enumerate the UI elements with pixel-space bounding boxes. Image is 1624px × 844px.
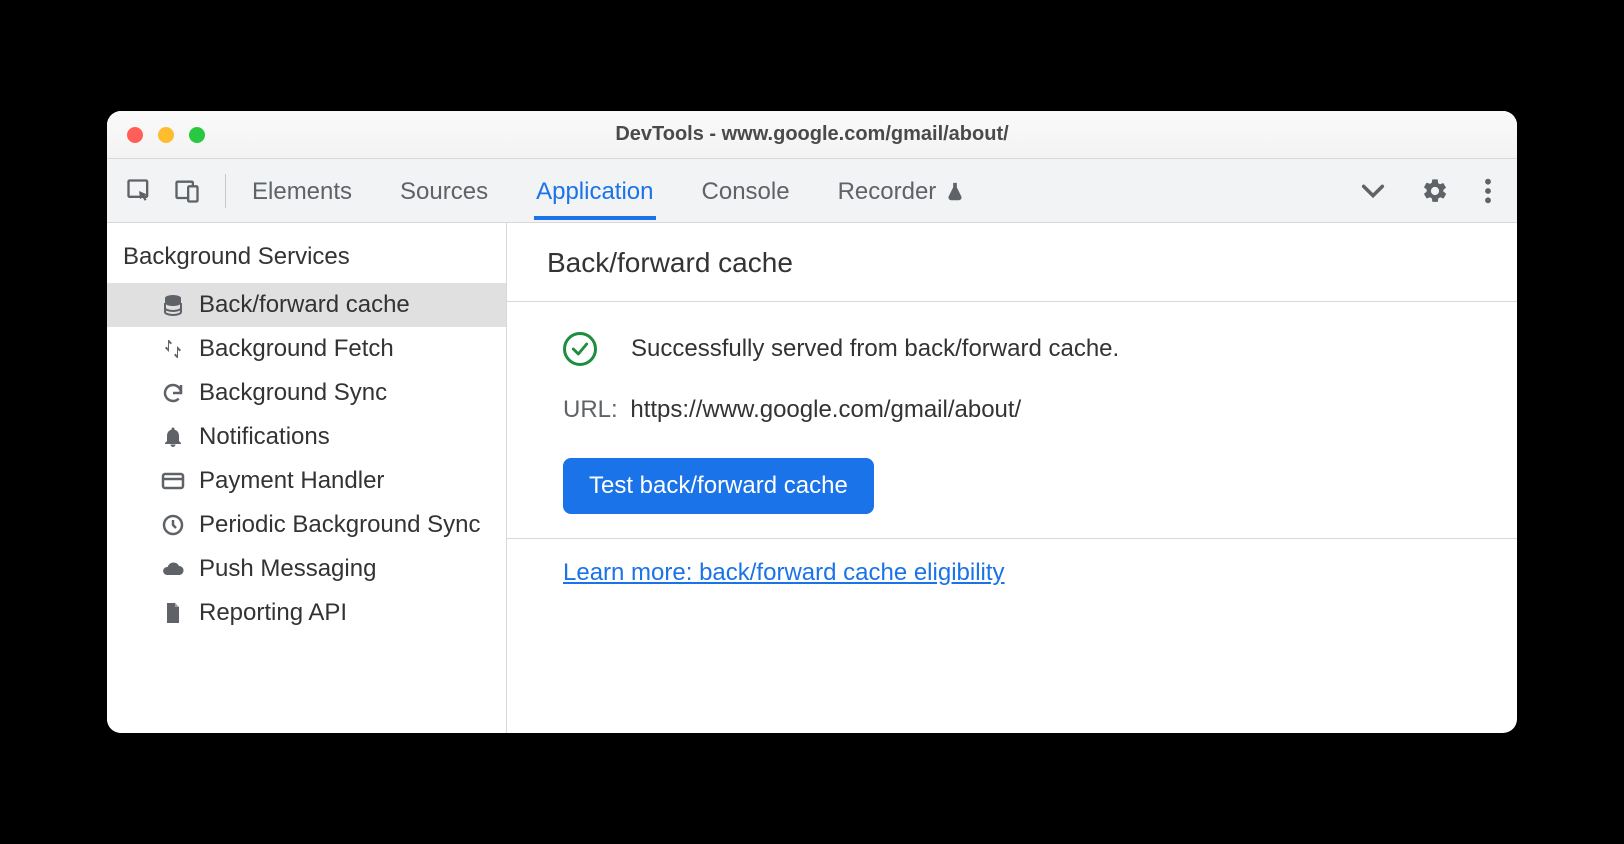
sidebar-item-label: Payment Handler bbox=[199, 467, 384, 495]
sidebar-item-label: Reporting API bbox=[199, 599, 347, 627]
settings-icon[interactable] bbox=[1421, 177, 1449, 205]
sidebar-section-heading: Background Services bbox=[107, 223, 506, 283]
toolbar-divider bbox=[225, 174, 226, 208]
panel-tabs: Elements Sources Application Console Rec… bbox=[250, 162, 968, 220]
sidebar-item-label: Back/forward cache bbox=[199, 291, 410, 319]
credit-card-icon bbox=[159, 467, 187, 495]
devtools-window: DevTools - www.google.com/gmail/about/ E… bbox=[107, 111, 1517, 733]
sidebar-item-payment-handler[interactable]: Payment Handler bbox=[107, 459, 506, 503]
sidebar-item-bfcache[interactable]: Back/forward cache bbox=[107, 283, 506, 327]
sidebar-item-periodic-bg-sync[interactable]: Periodic Background Sync bbox=[107, 503, 506, 547]
clock-icon bbox=[159, 511, 187, 539]
panel-content: Background Services Back/forward cache B… bbox=[107, 223, 1517, 733]
transfer-arrows-icon bbox=[159, 335, 187, 363]
tab-recorder[interactable]: Recorder bbox=[836, 162, 969, 220]
sidebar-item-label: Periodic Background Sync bbox=[199, 511, 480, 539]
main-toolbar: Elements Sources Application Console Rec… bbox=[107, 159, 1517, 223]
tab-sources[interactable]: Sources bbox=[398, 162, 490, 220]
main-panel: Back/forward cache Successfully served f… bbox=[507, 223, 1517, 733]
status-text: Successfully served from back/forward ca… bbox=[631, 335, 1119, 363]
sidebar-item-label: Background Fetch bbox=[199, 335, 394, 363]
status-row: Successfully served from back/forward ca… bbox=[563, 332, 1477, 366]
bell-icon bbox=[159, 423, 187, 451]
flask-icon bbox=[944, 181, 966, 203]
titlebar: DevTools - www.google.com/gmail/about/ bbox=[107, 111, 1517, 159]
tab-application[interactable]: Application bbox=[534, 162, 655, 220]
tab-elements[interactable]: Elements bbox=[250, 162, 354, 220]
url-label: URL: bbox=[563, 396, 618, 423]
url-row: URL: https://www.google.com/gmail/about/ bbox=[563, 396, 1477, 424]
sidebar-item-background-sync[interactable]: Background Sync bbox=[107, 371, 506, 415]
sidebar-item-notifications[interactable]: Notifications bbox=[107, 415, 506, 459]
database-icon bbox=[159, 291, 187, 319]
sidebar-item-reporting-api[interactable]: Reporting API bbox=[107, 591, 506, 635]
panel-title: Back/forward cache bbox=[507, 223, 1517, 302]
sidebar-item-label: Push Messaging bbox=[199, 555, 376, 583]
url-value: https://www.google.com/gmail/about/ bbox=[630, 396, 1021, 423]
tab-console[interactable]: Console bbox=[700, 162, 792, 220]
inspect-element-icon[interactable] bbox=[125, 177, 153, 205]
kebab-menu-icon[interactable] bbox=[1483, 177, 1493, 205]
panel-body: Successfully served from back/forward ca… bbox=[507, 302, 1517, 539]
learn-more-row: Learn more: back/forward cache eligibili… bbox=[507, 539, 1517, 671]
sidebar-item-background-fetch[interactable]: Background Fetch bbox=[107, 327, 506, 371]
learn-more-link[interactable]: Learn more: back/forward cache eligibili… bbox=[563, 559, 1005, 586]
more-tabs-icon[interactable] bbox=[1359, 181, 1387, 201]
device-toolbar-icon[interactable] bbox=[173, 177, 201, 205]
application-sidebar: Background Services Back/forward cache B… bbox=[107, 223, 507, 733]
tab-recorder-label: Recorder bbox=[838, 178, 937, 206]
sidebar-item-label: Background Sync bbox=[199, 379, 387, 407]
file-icon bbox=[159, 599, 187, 627]
sync-icon bbox=[159, 379, 187, 407]
test-bfcache-button[interactable]: Test back/forward cache bbox=[563, 458, 874, 514]
sidebar-item-push-messaging[interactable]: Push Messaging bbox=[107, 547, 506, 591]
cloud-icon bbox=[159, 555, 187, 583]
sidebar-item-label: Notifications bbox=[199, 423, 330, 451]
window-title: DevTools - www.google.com/gmail/about/ bbox=[107, 123, 1517, 146]
success-check-icon bbox=[563, 332, 597, 366]
